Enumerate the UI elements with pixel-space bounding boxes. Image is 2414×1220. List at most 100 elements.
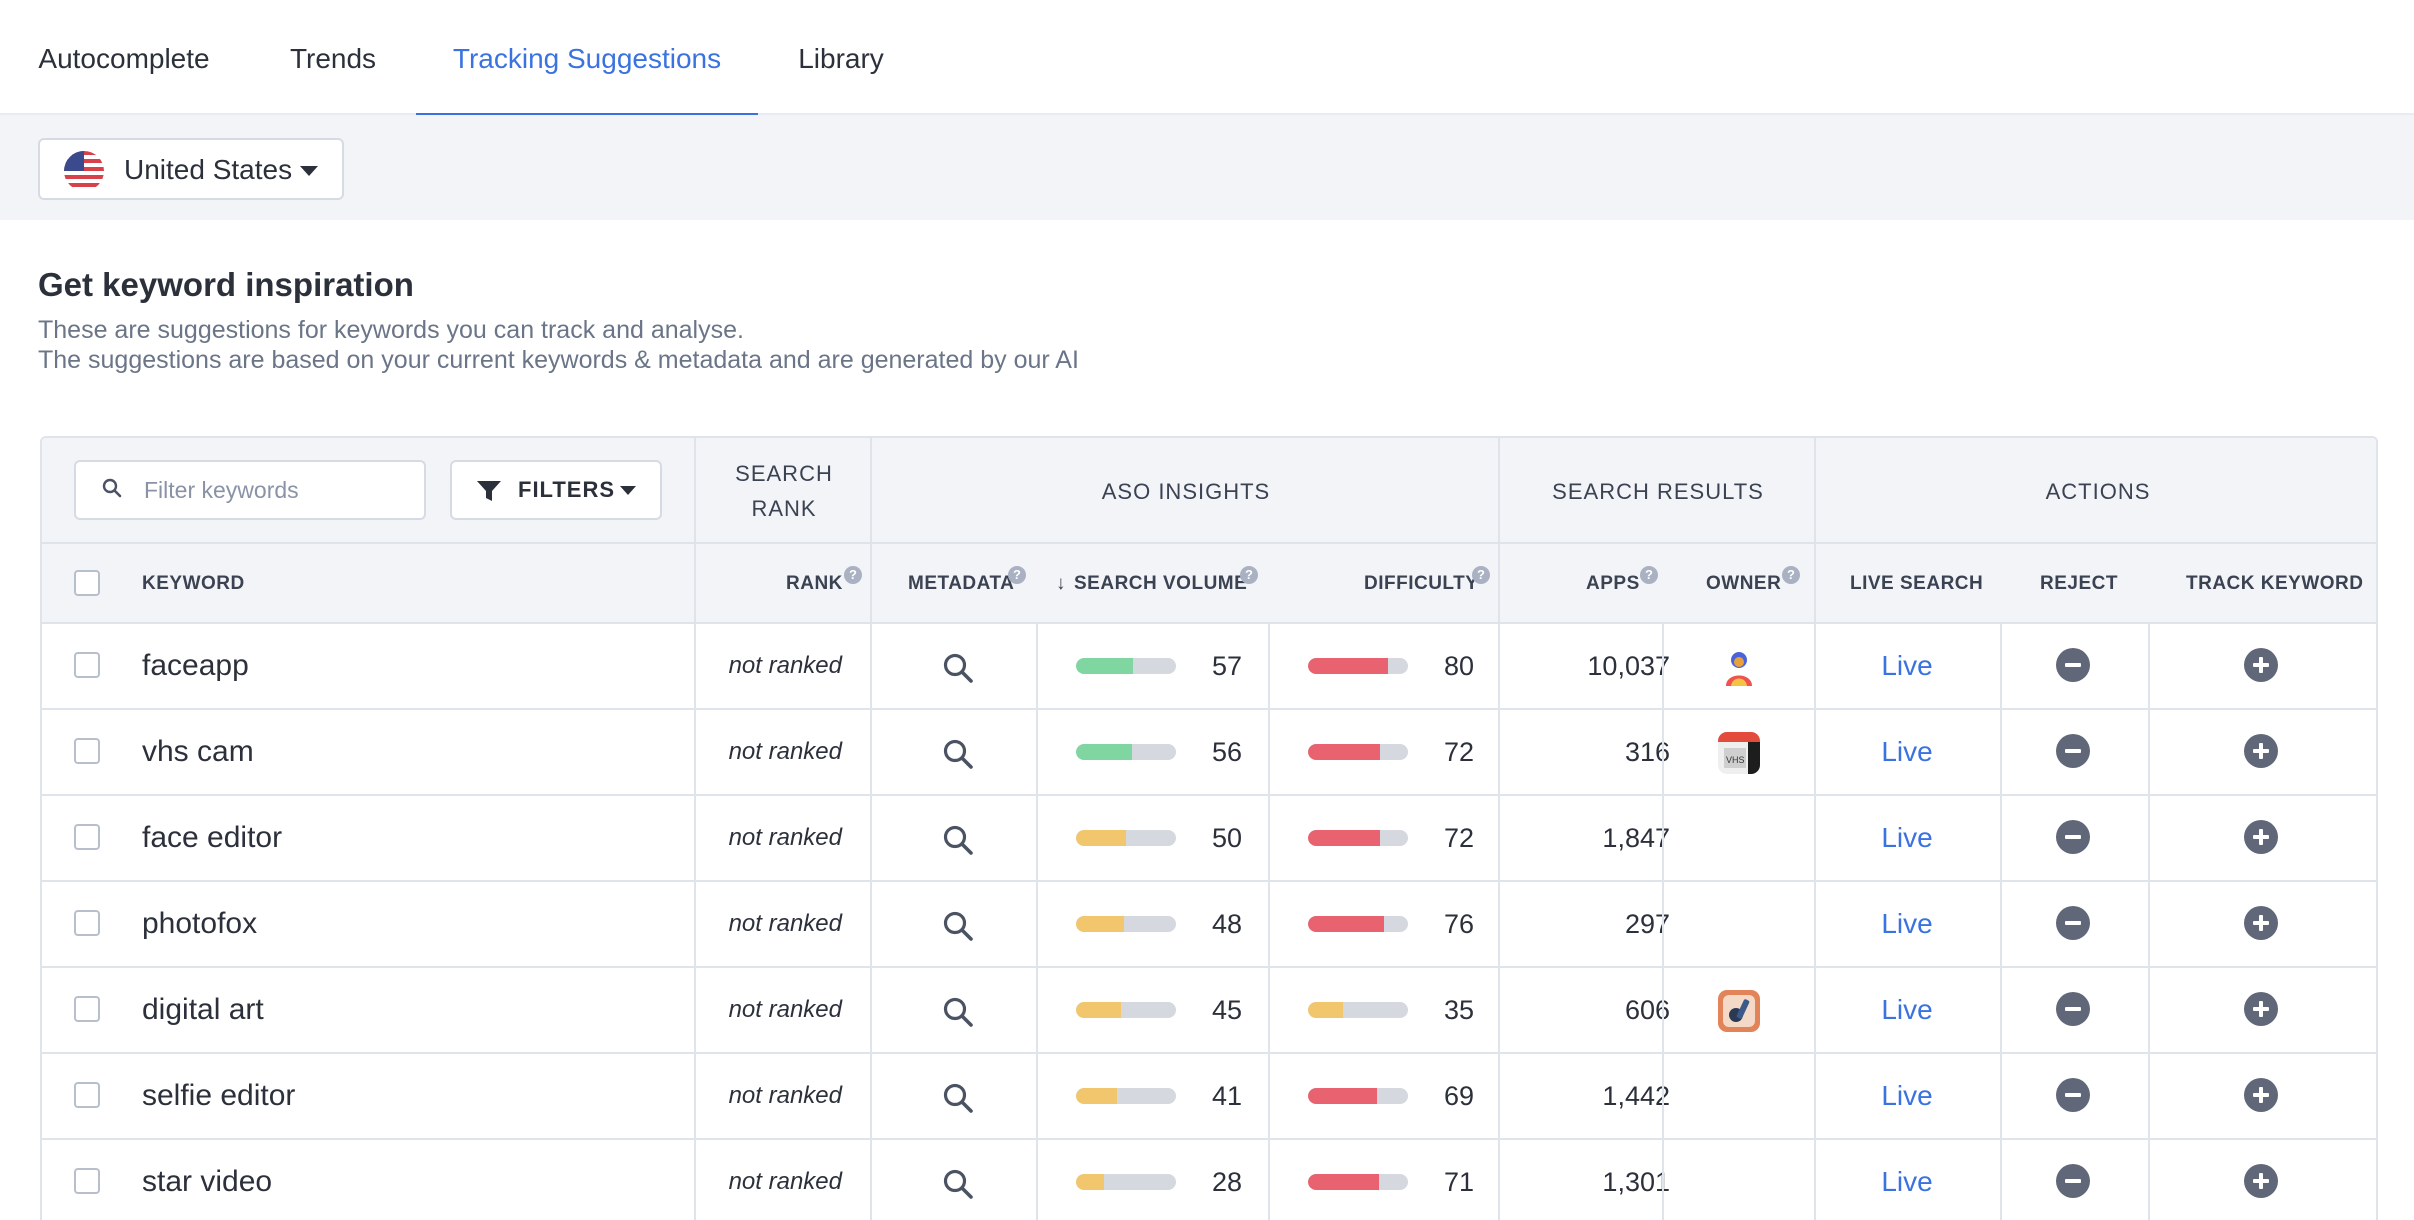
group-aso-insights: ASO INSIGHTS — [872, 438, 1500, 544]
table-row: vhs cam not ranked 56 72 316 VHS Live — [42, 710, 2376, 796]
live-search-link[interactable]: Live — [1814, 968, 2000, 1052]
search-icon[interactable] — [942, 996, 974, 1028]
search-icon[interactable] — [942, 652, 974, 684]
filter-keywords-input[interactable] — [144, 472, 414, 508]
group-actions: ACTIONS — [1816, 438, 2376, 544]
divider — [870, 438, 872, 1220]
track-plus-icon[interactable] — [2244, 906, 2278, 940]
search-icon[interactable] — [942, 1168, 974, 1200]
live-search-link[interactable]: Live — [1814, 1054, 2000, 1138]
group-actions-label: ACTIONS — [2045, 478, 2151, 504]
help-icon[interactable]: ? — [1472, 566, 1490, 584]
search-volume-bar — [1076, 1174, 1176, 1190]
divider — [1662, 624, 1664, 1220]
difficulty-bar — [1308, 830, 1408, 846]
country-bar: United States — [0, 115, 2414, 220]
help-icon[interactable]: ? — [1782, 566, 1800, 584]
col-keyword[interactable]: KEYWORD — [142, 544, 245, 624]
divider — [1268, 624, 1270, 1220]
difficulty-bar-fill — [1308, 1088, 1377, 1104]
apps-count: 297 — [1624, 909, 1670, 939]
table-row: selfie editor not ranked 41 69 1,442 Live — [42, 1054, 2376, 1140]
rank-value: not ranked — [728, 1168, 842, 1195]
track-plus-icon[interactable] — [2244, 1078, 2278, 1112]
group-search-rank: SEARCH RANK — [696, 438, 872, 544]
help-icon[interactable]: ? — [844, 566, 862, 584]
live-search-link[interactable]: Live — [1814, 796, 2000, 880]
country-select[interactable]: United States — [38, 138, 344, 200]
col-search-volume[interactable]: ↓ SEARCH VOLUME — [1056, 544, 1247, 624]
group-search-results: SEARCH RESULTS — [1500, 438, 1816, 544]
col-apps[interactable]: APPS — [1586, 544, 1640, 624]
track-plus-icon[interactable] — [2244, 992, 2278, 1026]
reject-minus-icon[interactable] — [2056, 1164, 2090, 1198]
reject-minus-icon[interactable] — [2056, 1078, 2090, 1112]
search-volume-bar — [1076, 658, 1176, 674]
reject-minus-icon[interactable] — [2056, 648, 2090, 682]
search-volume-value: 28 — [1211, 1167, 1242, 1197]
search-volume-value: 48 — [1211, 909, 1242, 939]
search-icon[interactable] — [942, 910, 974, 942]
help-icon[interactable]: ? — [1008, 566, 1026, 584]
track-plus-icon[interactable] — [2244, 648, 2278, 682]
table-row: face editor not ranked 50 72 1,847 Live — [42, 796, 2376, 882]
reject-minus-icon[interactable] — [2056, 992, 2090, 1026]
vhs-cam-logo-icon[interactable]: VHS — [1718, 732, 1760, 774]
search-volume-value: 50 — [1211, 823, 1242, 853]
tab-library[interactable]: Library — [756, 0, 926, 115]
table-row: star video not ranked 28 71 1,301 Live — [42, 1140, 2376, 1220]
reject-minus-icon[interactable] — [2056, 906, 2090, 940]
rank-value: not ranked — [728, 910, 842, 937]
help-icon[interactable]: ? — [1240, 566, 1258, 584]
difficulty-bar-fill — [1308, 744, 1380, 760]
search-volume-bar-fill — [1076, 830, 1126, 846]
search-volume-bar — [1076, 916, 1176, 932]
filters-button[interactable]: FILTERS — [450, 460, 662, 520]
faceapp-logo-icon[interactable] — [1718, 646, 1760, 688]
art-app-logo-icon[interactable] — [1718, 990, 1760, 1032]
search-volume-bar — [1076, 1002, 1176, 1018]
live-search-link[interactable]: Live — [1814, 882, 2000, 966]
apps-count: 316 — [1624, 737, 1670, 767]
search-volume-bar — [1076, 744, 1176, 760]
chevron-down-icon — [300, 166, 318, 176]
search-icon[interactable] — [942, 1082, 974, 1114]
help-icon[interactable]: ? — [1640, 566, 1658, 584]
table-row: faceapp not ranked 57 80 10,037 Live — [42, 624, 2376, 710]
difficulty-bar — [1308, 658, 1408, 674]
page-title: Get keyword inspiration — [38, 266, 414, 303]
live-search-link[interactable]: Live — [1814, 1140, 2000, 1220]
live-search-link[interactable]: Live — [1814, 624, 2000, 708]
search-icon[interactable] — [942, 738, 974, 770]
search-icon[interactable] — [942, 824, 974, 856]
tab-autocomplete[interactable]: Autocomplete — [0, 0, 248, 115]
select-all-checkbox[interactable] — [74, 570, 100, 596]
group-search-results-label: SEARCH RESULTS — [1552, 478, 1764, 504]
tab-trends[interactable]: Trends — [248, 0, 418, 115]
tab-tracking-suggestions[interactable]: Tracking Suggestions — [416, 0, 758, 117]
divider — [1814, 438, 1816, 1220]
rank-value: not ranked — [728, 738, 842, 765]
page-description-1: These are suggestions for keywords you c… — [38, 316, 744, 344]
track-plus-icon[interactable] — [2244, 820, 2278, 854]
track-plus-icon[interactable] — [2244, 734, 2278, 768]
live-search-link[interactable]: Live — [1814, 710, 2000, 794]
rank-value: not ranked — [728, 652, 842, 679]
sort-desc-icon: ↓ — [1056, 573, 1066, 594]
reject-minus-icon[interactable] — [2056, 820, 2090, 854]
table-row: photofox not ranked 48 76 297 Live — [42, 882, 2376, 968]
apps-count: 1,301 — [1602, 1167, 1670, 1197]
col-rank[interactable]: RANK — [786, 544, 843, 624]
filter-keywords-field[interactable] — [74, 460, 426, 520]
rank-value: not ranked — [728, 1082, 842, 1109]
apps-count: 10,037 — [1587, 651, 1670, 681]
search-volume-value: 45 — [1211, 995, 1242, 1025]
col-owner[interactable]: OWNER — [1706, 544, 1781, 624]
reject-minus-icon[interactable] — [2056, 734, 2090, 768]
track-plus-icon[interactable] — [2244, 1164, 2278, 1198]
us-flag-icon — [64, 151, 104, 191]
col-difficulty[interactable]: DIFFICULTY — [1364, 544, 1478, 624]
col-reject: REJECT — [2040, 573, 2118, 594]
col-metadata[interactable]: METADATA — [908, 544, 1014, 624]
search-volume-bar-fill — [1076, 1174, 1104, 1190]
